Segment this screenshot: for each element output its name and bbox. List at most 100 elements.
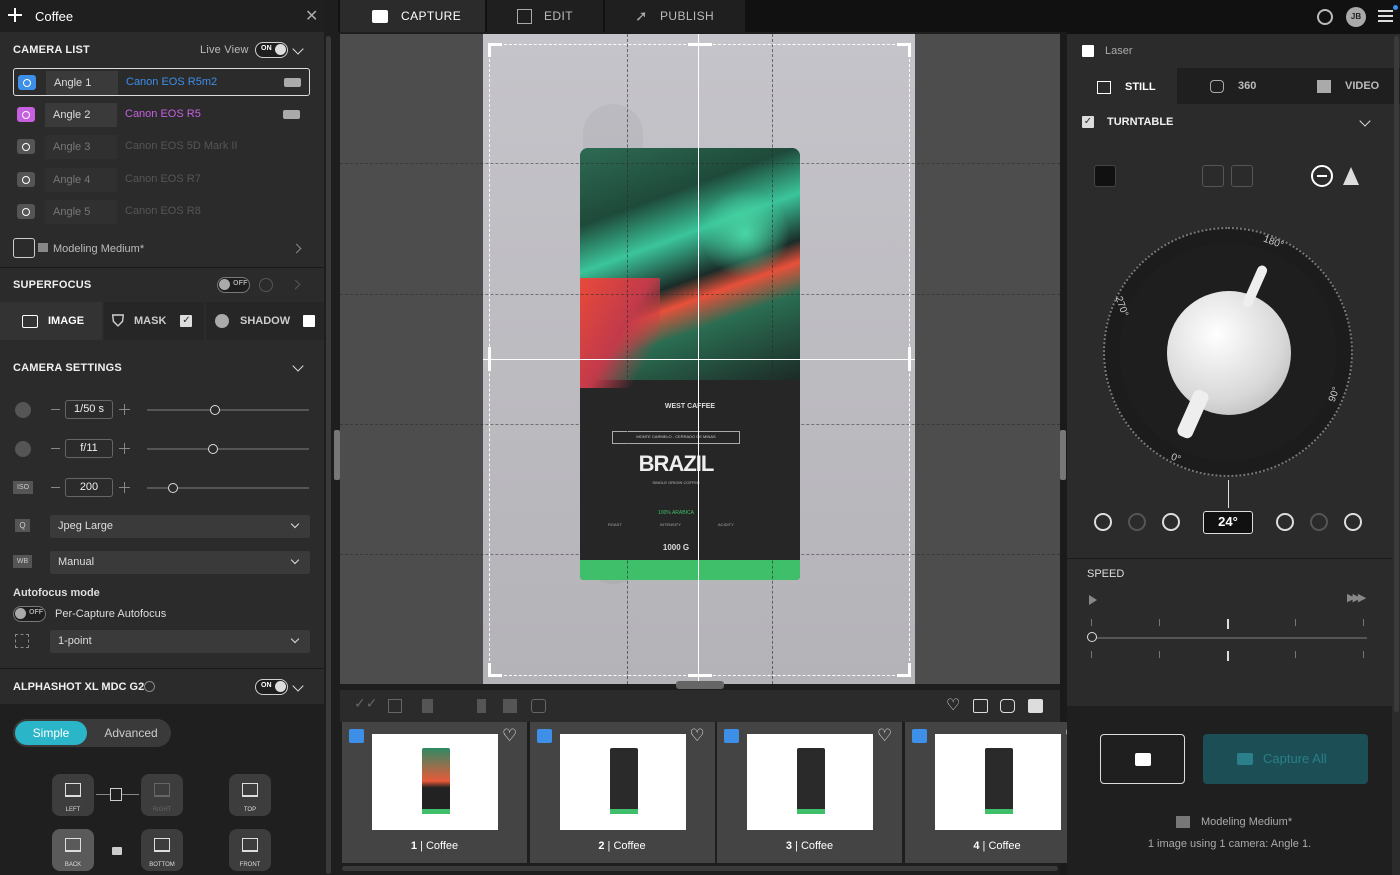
add-icon[interactable] bbox=[8, 8, 22, 22]
right-scrollbar[interactable] bbox=[1394, 36, 1399, 712]
plus-icon[interactable] bbox=[119, 482, 130, 493]
turntable-tool-icon[interactable] bbox=[1094, 165, 1116, 187]
position-bottom-button[interactable]: BOTTOM bbox=[141, 829, 183, 871]
shadow-checkbox[interactable] bbox=[303, 315, 316, 327]
minus-icon[interactable] bbox=[51, 487, 60, 488]
device-toggle[interactable]: ON bbox=[255, 679, 288, 695]
shutter-slider[interactable] bbox=[147, 405, 309, 415]
shutter-value[interactable]: 1/50 s bbox=[65, 400, 113, 419]
viewport-collapse-left[interactable] bbox=[334, 430, 340, 480]
navigate-icon[interactable] bbox=[1343, 167, 1359, 185]
video-icon[interactable] bbox=[1028, 699, 1043, 713]
trash-icon[interactable] bbox=[422, 699, 433, 713]
filmstrip-scrollbar[interactable] bbox=[342, 866, 1058, 871]
filmstrip-toggle[interactable] bbox=[676, 681, 724, 689]
white-balance-dropdown[interactable]: Manual bbox=[50, 551, 310, 574]
camera-angle[interactable]: Angle 5 bbox=[45, 200, 117, 224]
chevron-down-icon[interactable] bbox=[292, 360, 304, 372]
position-left-button[interactable]: LEFT bbox=[52, 774, 94, 816]
camera-angle[interactable]: Angle 3 bbox=[45, 135, 117, 159]
thumbnail-card[interactable]: ♡ 3 | Coffee bbox=[717, 722, 902, 863]
turntable-checkbox[interactable]: ✓ bbox=[1082, 116, 1094, 128]
capture-all-button[interactable]: Capture All bbox=[1203, 734, 1368, 784]
aperture-value[interactable]: f/11 bbox=[65, 439, 113, 458]
viewport-collapse-right[interactable] bbox=[1060, 430, 1066, 480]
tab-capture[interactable]: CAPTURE bbox=[340, 0, 485, 32]
check-all-icon[interactable]: ✓✓ bbox=[354, 696, 377, 712]
rotate-left-small-icon[interactable] bbox=[1162, 513, 1180, 531]
position-front-button[interactable]: FRONT bbox=[229, 829, 271, 871]
minus-icon[interactable] bbox=[51, 448, 60, 449]
close-icon[interactable]: ✕ bbox=[305, 6, 318, 25]
tab-360[interactable]: 360 bbox=[1177, 68, 1287, 104]
pin-icon[interactable] bbox=[477, 699, 486, 713]
thumbnail-card[interactable]: ♡ 1 | Coffee bbox=[342, 722, 527, 863]
camera-angle[interactable]: Angle 1 bbox=[46, 71, 118, 95]
view-360-icon[interactable] bbox=[1000, 699, 1015, 713]
refresh-icon[interactable] bbox=[259, 278, 273, 292]
mode-advanced-button[interactable]: Advanced bbox=[93, 721, 169, 745]
quality-dropdown[interactable]: Jpeg Large bbox=[50, 515, 310, 538]
slider-thumb[interactable] bbox=[167, 483, 178, 493]
tool-disabled-icon[interactable] bbox=[1231, 165, 1253, 187]
chevron-down-icon[interactable] bbox=[1359, 115, 1371, 127]
rotate-left-icon[interactable] bbox=[1094, 513, 1112, 531]
avatar[interactable]: JB bbox=[1346, 7, 1366, 27]
tab-publish[interactable]: ➚ PUBLISH bbox=[605, 0, 745, 32]
plus-icon[interactable] bbox=[119, 443, 130, 454]
position-right-button[interactable]: RIGHT bbox=[141, 774, 183, 816]
position-back-button[interactable]: BACK bbox=[52, 829, 94, 871]
angle-input[interactable]: 24° bbox=[1203, 511, 1253, 534]
menu-icon[interactable] bbox=[1378, 10, 1393, 22]
slider-thumb[interactable] bbox=[208, 444, 219, 454]
tab-edit[interactable]: EDIT bbox=[487, 0, 603, 32]
tab-shadow[interactable]: SHADOW bbox=[206, 302, 324, 340]
mask-checkbox[interactable]: ✓ bbox=[180, 315, 193, 327]
af-point-dropdown[interactable]: 1-point bbox=[50, 630, 310, 653]
position-top-button[interactable]: TOP bbox=[229, 774, 271, 816]
mode-simple-button[interactable]: Simple bbox=[15, 721, 87, 745]
tab-still[interactable]: STILL bbox=[1067, 68, 1177, 104]
tab-mask[interactable]: ⛉ MASK ✓ bbox=[104, 302, 204, 340]
live-view-viewport[interactable]: WEST CAFFEE MONTE CARMELO - CERRADO DE M… bbox=[340, 34, 1060, 684]
rotate-left-step-icon[interactable] bbox=[1128, 513, 1146, 531]
heart-icon[interactable]: ♡ bbox=[690, 726, 705, 746]
iso-value[interactable]: 200 bbox=[65, 478, 113, 497]
live-view-toggle[interactable]: ON bbox=[255, 42, 288, 58]
chevron-right-icon[interactable] bbox=[291, 243, 302, 254]
thumbnail-card[interactable]: ♡ 4 | Coffee bbox=[904, 722, 1090, 863]
history-icon[interactable] bbox=[144, 681, 155, 692]
crop-frame[interactable] bbox=[488, 43, 911, 677]
turntable-dial[interactable]: 180° 270° 90° 0° bbox=[1103, 227, 1353, 477]
af-toggle[interactable]: OFF bbox=[13, 606, 46, 622]
camera-row[interactable]: Angle 5 Canon EOS R8 bbox=[13, 198, 310, 226]
chevron-right-icon[interactable] bbox=[290, 279, 301, 290]
minus-icon[interactable] bbox=[51, 409, 60, 410]
heart-icon[interactable]: ♡ bbox=[502, 726, 517, 746]
speed-slider[interactable] bbox=[1087, 632, 1367, 642]
lock-icon[interactable] bbox=[112, 847, 122, 855]
slider-thumb[interactable] bbox=[1087, 632, 1097, 642]
slider-thumb[interactable] bbox=[210, 405, 221, 415]
chevron-down-icon[interactable] bbox=[292, 680, 304, 692]
tab-image[interactable]: IMAGE bbox=[0, 302, 102, 340]
thumbnail-card[interactable]: ♡ 2 | Coffee bbox=[529, 722, 715, 863]
plus-icon[interactable] bbox=[119, 404, 130, 415]
heart-icon[interactable]: ♡ bbox=[946, 695, 960, 714]
rotate-right-step-icon[interactable] bbox=[1310, 513, 1328, 531]
superfocus-toggle[interactable]: OFF bbox=[217, 277, 250, 293]
camera-row[interactable]: Angle 1 Canon EOS R5m2 bbox=[13, 68, 310, 96]
heart-icon[interactable]: ♡ bbox=[877, 726, 892, 746]
camera-row[interactable]: Angle 2 Canon EOS R5 bbox=[13, 101, 310, 129]
sync-icon[interactable] bbox=[1317, 9, 1333, 25]
left-scrollbar[interactable] bbox=[326, 36, 331, 874]
rotate-right-small-icon[interactable] bbox=[1276, 513, 1294, 531]
tool-disabled-icon[interactable] bbox=[1202, 165, 1224, 187]
camera-row[interactable]: Angle 4 Canon EOS R7 bbox=[13, 166, 310, 194]
camera-angle[interactable]: Angle 4 bbox=[45, 167, 117, 192]
iso-slider[interactable] bbox=[147, 483, 309, 493]
image-icon[interactable] bbox=[973, 699, 988, 713]
edit-icon[interactable] bbox=[388, 699, 402, 713]
preset-row[interactable]: Modeling Medium* bbox=[13, 236, 310, 262]
camera-row[interactable]: Angle 3 Canon EOS 5D Mark II bbox=[13, 133, 310, 161]
